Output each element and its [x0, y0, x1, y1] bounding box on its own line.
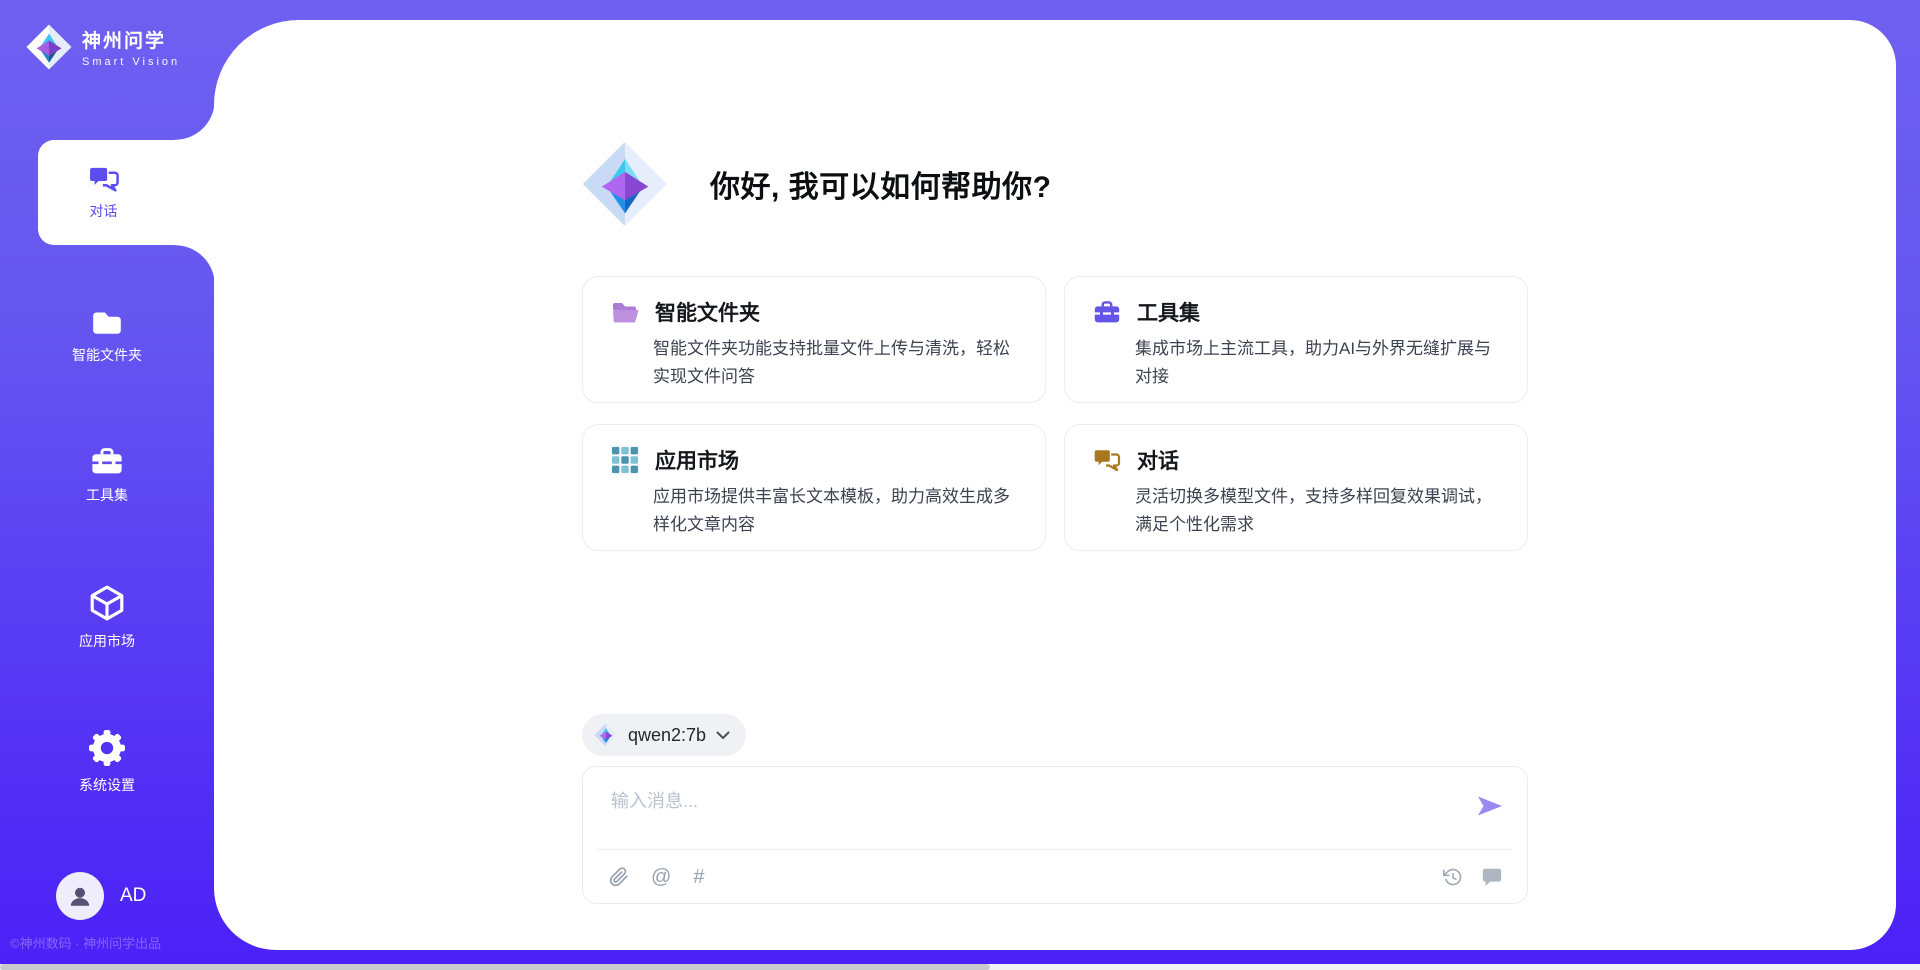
sidebar-item-label: 智能文件夹 [72, 345, 142, 365]
toolbox-icon [89, 446, 125, 476]
chat-icon [87, 165, 121, 193]
sidebar-item-toolset[interactable]: 工具集 [0, 446, 214, 505]
model-selector[interactable]: qwen2:7b [582, 714, 746, 756]
horizontal-scrollbar[interactable] [0, 964, 1920, 970]
card-toolset[interactable]: 工具集 集成市场上主流工具，助力AI与外界无缝扩展与对接 [1064, 276, 1528, 403]
sidebar-item-app-market[interactable]: 应用市场 [0, 584, 214, 651]
message-input[interactable] [611, 791, 1471, 812]
card-title: 应用市场 [655, 445, 739, 475]
folder-open-icon [609, 297, 641, 327]
feature-cards: 智能文件夹 智能文件夹功能支持批量文件上传与清洗，轻松实现文件问答 [582, 276, 1528, 551]
sidebar-item-label: 系统设置 [79, 775, 135, 795]
at-icon[interactable]: @ [651, 867, 671, 887]
grid-icon [609, 445, 641, 475]
greeting-title: 你好, 我可以如何帮助你? [710, 162, 1052, 206]
chevron-down-icon [716, 731, 730, 740]
model-name: qwen2:7b [628, 725, 706, 746]
brand: 神州问学 Smart Vision [0, 0, 214, 70]
person-icon [67, 883, 93, 909]
card-app-market[interactable]: 应用市场 应用市场提供丰富长文本模板，助力高效生成多样化文章内容 [582, 424, 1046, 551]
sidebar-item-smart-folder[interactable]: 智能文件夹 [0, 308, 214, 365]
main-content-panel: 你好, 我可以如何帮助你? 智能文件夹 智能文件夹功能支持批量文件上传与清洗，轻… [214, 20, 1896, 950]
card-description: 智能文件夹功能支持批量文件上传与清洗，轻松实现文件问答 [609, 335, 1019, 391]
gear-icon [89, 730, 125, 766]
sidebar-item-chat[interactable]: 对话 [38, 140, 215, 245]
hash-icon[interactable]: # [693, 867, 704, 887]
user-initials: AD [120, 885, 146, 907]
avatar [56, 872, 104, 920]
greeting-section: 你好, 我可以如何帮助你? [582, 142, 1528, 226]
chat-bubble-icon[interactable] [1481, 867, 1503, 887]
brand-name-cn: 神州问学 [82, 26, 180, 53]
sidebar-item-label: 工具集 [86, 485, 128, 505]
sidebar: 神州问学 Smart Vision 对话 智能文件夹 [0, 0, 214, 970]
cube-icon [89, 584, 125, 622]
history-icon[interactable] [1443, 867, 1463, 887]
message-composer: @ # [582, 766, 1528, 904]
card-smart-folder[interactable]: 智能文件夹 智能文件夹功能支持批量文件上传与清洗，轻松实现文件问答 [582, 276, 1046, 403]
card-title: 工具集 [1137, 297, 1200, 327]
sidebar-item-label: 对话 [90, 201, 118, 221]
chat-icon [1091, 445, 1123, 475]
brand-name-en: Smart Vision [82, 56, 180, 68]
user-profile[interactable]: AD [56, 872, 146, 920]
sidebar-item-label: 应用市场 [79, 631, 135, 651]
card-description: 灵活切换多模型文件，支持多样回复效果调试，满足个性化需求 [1091, 483, 1501, 539]
card-description: 应用市场提供丰富长文本模板，助力高效生成多样化文章内容 [609, 483, 1019, 539]
send-button[interactable] [1477, 795, 1503, 817]
send-icon [1477, 795, 1503, 817]
card-title: 对话 [1137, 445, 1179, 475]
folder-icon [90, 308, 124, 336]
app-logo-diamond-icon [582, 141, 668, 227]
card-chat[interactable]: 对话 灵活切换多模型文件，支持多样回复效果调试，满足个性化需求 [1064, 424, 1528, 551]
copyright-text: ©神州数码 · 神州问学出品 [10, 933, 210, 952]
paperclip-icon[interactable] [609, 867, 629, 887]
sidebar-item-settings[interactable]: 系统设置 [0, 730, 214, 795]
card-title: 智能文件夹 [655, 297, 760, 327]
scrollbar-thumb[interactable] [0, 964, 990, 970]
card-description: 集成市场上主流工具，助力AI与外界无缝扩展与对接 [1091, 335, 1501, 391]
brand-diamond-icon [26, 24, 72, 70]
composer-toolbar: @ # [597, 849, 1513, 903]
diamond-logo-icon [594, 723, 618, 747]
toolbox-icon [1091, 297, 1123, 327]
